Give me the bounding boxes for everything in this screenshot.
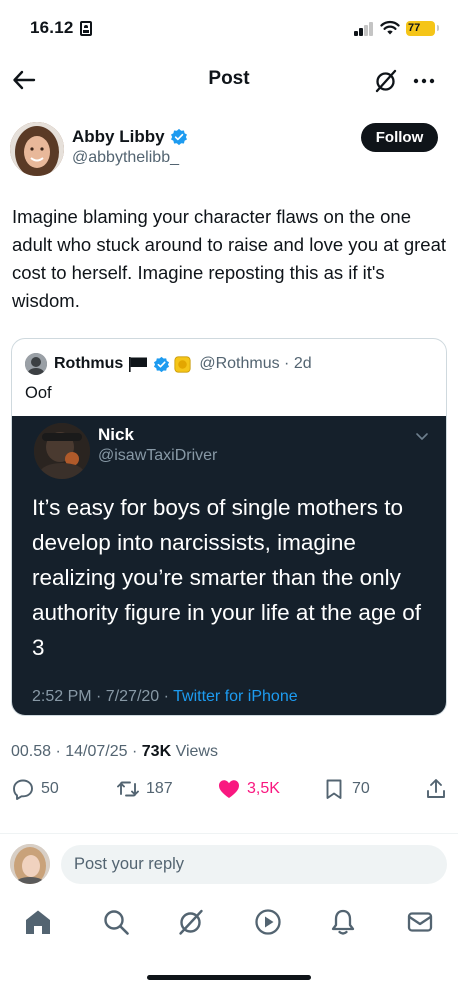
- embedded-tweet-image: Nick @isawTaxiDriver It’s easy for boys …: [12, 416, 446, 715]
- my-avatar[interactable]: [10, 844, 50, 884]
- quote-author-name: Rothmus: [54, 355, 124, 372]
- bottom-nav: [0, 902, 458, 942]
- home-icon[interactable]: [23, 907, 53, 937]
- black-flag-icon: [129, 357, 148, 372]
- wifi-icon: [380, 20, 400, 35]
- share-icon: [427, 779, 445, 798]
- grok-icon[interactable]: [373, 68, 399, 94]
- bookmark-icon: [326, 779, 342, 799]
- reply-input[interactable]: [61, 845, 447, 884]
- search-icon[interactable]: [101, 907, 131, 937]
- verified-icon: [154, 356, 170, 372]
- quote-header: Rothmus @Rothmus · 2d: [25, 353, 312, 375]
- action-bar: 50 187 3,5K 70: [0, 777, 458, 811]
- grok-icon[interactable]: [176, 907, 206, 937]
- like-count: 3,5K: [247, 780, 280, 797]
- repost-button[interactable]: 187: [116, 777, 173, 801]
- bookmark-button[interactable]: 70: [322, 777, 370, 801]
- battery-level: 77: [408, 22, 421, 34]
- notifications-icon[interactable]: [328, 907, 358, 937]
- post-time: 00.58 · 14/07/25 ·: [11, 743, 142, 760]
- author-handle[interactable]: @abbythelibb_: [72, 149, 179, 167]
- repost-icon: [117, 781, 139, 797]
- embedded-tweet-text: It’s easy for boys of single mothers to …: [32, 495, 421, 660]
- battery-icon: 77: [406, 21, 439, 36]
- heart-icon: [219, 780, 239, 798]
- verified-icon: [170, 128, 187, 146]
- author-name-row[interactable]: Abby Libby: [72, 127, 188, 147]
- gold-badge-icon: [174, 355, 191, 373]
- author-name[interactable]: Abby Libby: [72, 127, 165, 147]
- chevron-down-icon: [416, 433, 428, 440]
- status-time: 16.12: [30, 18, 74, 37]
- post-text: Imagine blaming your character flaws on …: [12, 206, 446, 311]
- more-icon[interactable]: [411, 68, 437, 94]
- views-label: Views: [171, 743, 218, 760]
- post-timestamp: 00.58 · 14/07/25 · 73K Views: [11, 743, 218, 761]
- divider: [0, 833, 458, 834]
- quote-handle-time: @Rothmus · 2d: [199, 355, 312, 372]
- reply-icon: [13, 779, 33, 800]
- reply-button[interactable]: 50: [11, 777, 59, 801]
- bookmark-count: 70: [352, 780, 370, 797]
- follow-button[interactable]: Follow: [361, 123, 438, 152]
- quoted-post[interactable]: Rothmus @Rothmus · 2d Oof Nick @isawTaxi…: [11, 338, 447, 716]
- quote-avatar: [25, 353, 47, 375]
- embedded-timestamp: 2:52 PM · 7/27/20 ·: [32, 688, 174, 705]
- home-indicator: [147, 975, 311, 980]
- embedded-tweet-meta: 2:52 PM · 7/27/20 · Twitter for iPhone: [32, 688, 298, 706]
- quote-text: Oof: [25, 384, 52, 402]
- embedded-author-handle: @isawTaxiDriver: [98, 447, 218, 464]
- top-header: Post: [0, 58, 458, 104]
- messages-icon[interactable]: [405, 907, 435, 937]
- video-icon[interactable]: [253, 907, 283, 937]
- embedded-source: Twitter for iPhone: [173, 688, 298, 705]
- author-avatar[interactable]: [10, 122, 64, 176]
- like-button[interactable]: 3,5K: [217, 777, 280, 801]
- embedded-author-name: Nick: [98, 425, 134, 444]
- views-count[interactable]: 73K: [142, 743, 171, 760]
- status-bar: 16.12 77: [0, 0, 458, 58]
- reply-count: 50: [41, 780, 59, 797]
- repost-count: 187: [146, 780, 173, 797]
- embedded-avatar: [34, 423, 90, 479]
- signal-icon: [354, 22, 374, 36]
- share-button[interactable]: [424, 777, 448, 801]
- id-card-icon: [80, 21, 92, 36]
